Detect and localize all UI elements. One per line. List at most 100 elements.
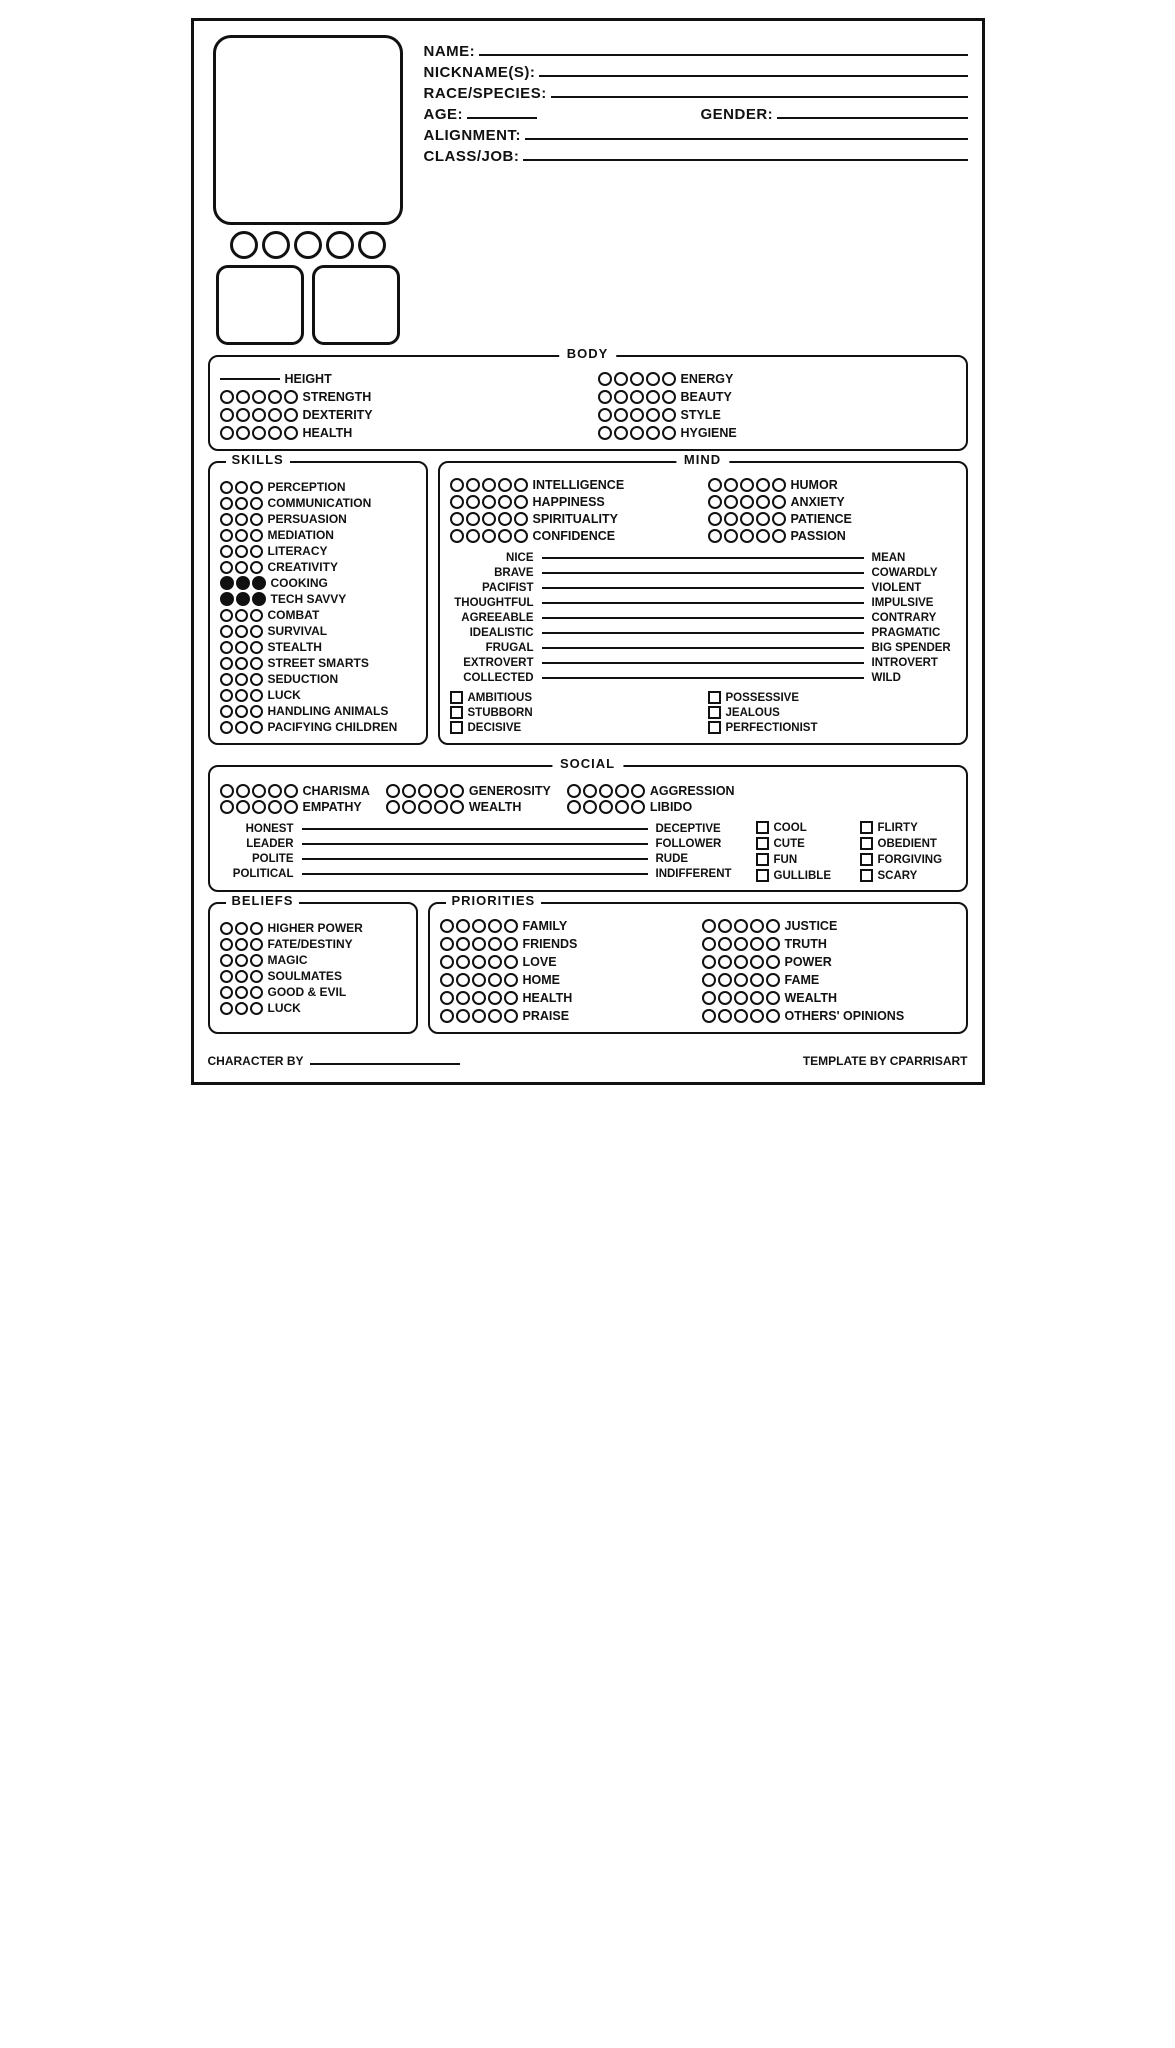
top-section: Name: Nickname(s): Race/Species: Age: Ge… xyxy=(208,35,968,345)
cb-cute: CUTE xyxy=(756,837,852,850)
belief-luck: LUCK xyxy=(220,1000,406,1016)
cb-decisive: DECISIVE xyxy=(450,721,698,734)
confidence-row: CONFIDENCE xyxy=(450,528,698,544)
streetsmarts-label: STREET SMARTS xyxy=(268,656,369,670)
skill-luck: LUCK xyxy=(220,687,416,703)
classjob-row: Class/Job: xyxy=(424,148,968,165)
small-boxes xyxy=(216,265,400,345)
mediation-label: MEDIATION xyxy=(268,528,334,542)
social-mid-stats: GENEROSITY WEALTH xyxy=(386,783,551,815)
spectrum-thoughtful-impulsive: THOUGHTFUL IMPULSIVE xyxy=(450,595,956,610)
small-box-right xyxy=(312,265,400,345)
body-title: Body xyxy=(559,346,617,361)
avatar-column xyxy=(208,35,408,345)
style-circles xyxy=(598,408,676,422)
priority-family: FAMILY xyxy=(440,918,694,934)
wealth-row: WEALTH xyxy=(386,799,551,815)
skill-handlinganimals: HANDLING ANIMALS xyxy=(220,703,416,719)
spectrum-idealistic-pragmatic: IDEALISTIC PRAGMATIC xyxy=(450,625,956,640)
race-line xyxy=(551,96,968,98)
social-checkboxes: COOL FLIRTY CUTE OBEDIENT xyxy=(756,821,956,882)
dexterity-circles xyxy=(220,408,298,422)
hygiene-row: HYGIENE xyxy=(598,425,956,441)
strength-circles xyxy=(220,390,298,404)
spectrum-extrovert-introvert: EXTROVERT INTROVERT xyxy=(450,655,956,670)
classjob-label: Class/Job: xyxy=(424,148,520,165)
priority-love: LOVE xyxy=(440,954,694,970)
skill-persuasion: PERSUASION xyxy=(220,511,416,527)
c4 xyxy=(646,372,660,386)
mind-spectrums: NICE MEAN BRAVE COWARDLY PACIFIST VIOLEN… xyxy=(450,550,956,685)
patience-row: PATIENCE xyxy=(708,511,956,527)
bubble-4 xyxy=(326,231,354,259)
passion-row: PASSION xyxy=(708,528,956,544)
age-row: Age: xyxy=(424,106,691,123)
energy-label: ENERGY xyxy=(681,372,734,386)
seduction-label: SEDUCTION xyxy=(268,672,339,686)
skill-creativity: CREATIVITY xyxy=(220,559,416,575)
alignment-line xyxy=(525,138,968,140)
spectrum-brave-cowardly: BRAVE COWARDLY xyxy=(450,565,956,580)
character-by-label: Character By xyxy=(208,1054,304,1068)
spectrum-collected-wild: COLLECTED WILD xyxy=(450,670,956,685)
belief-magic: MAGIC xyxy=(220,952,406,968)
race-label: Race/Species: xyxy=(424,85,547,102)
handlinganimals-label: HANDLING ANIMALS xyxy=(268,704,389,718)
spectrum-honest-deceptive: HONEST DECEPTIVE xyxy=(220,821,740,836)
priority-power: POWER xyxy=(702,954,956,970)
skill-streetsmarts: STREET SMARTS xyxy=(220,655,416,671)
luck-label: LUCK xyxy=(268,688,301,702)
mind-stats-grid: INTELLIGENCE HUMOR xyxy=(450,471,956,544)
style-label: STYLE xyxy=(681,408,721,422)
skills-title: Skills xyxy=(226,452,290,467)
skill-techsavvy: TECH SAVVY xyxy=(220,591,416,607)
spectrum-agreeable-contrary: AGREEABLE CONTRARY xyxy=(450,610,956,625)
name-line xyxy=(479,54,967,56)
skill-mediation: MEDIATION xyxy=(220,527,416,543)
gender-row: Gender: xyxy=(701,106,968,123)
height-row: HEIGHT xyxy=(220,371,578,387)
bubble-2 xyxy=(262,231,290,259)
cb-perfectionist: PERFECTIONIST xyxy=(708,721,956,734)
literacy-label: LITERACY xyxy=(268,544,328,558)
portrait-box xyxy=(213,35,403,225)
cb-stubborn: STUBBORN xyxy=(450,706,698,719)
spectrum-frugal-bigspender: FRUGAL BIG SPENDER xyxy=(450,640,956,655)
hygiene-label: HYGIENE xyxy=(681,426,737,440)
perception-circles xyxy=(220,481,263,494)
priorities-section: Priorities FAMILY xyxy=(428,902,968,1034)
priority-friends: FRIENDS xyxy=(440,936,694,952)
priority-praise: PRAISE xyxy=(440,1008,694,1024)
dexterity-label: DEXTERITY xyxy=(303,408,373,422)
spectrum-political-indifferent: POLITICAL INDIFFERENT xyxy=(220,866,740,881)
priority-fame: FAME xyxy=(702,972,956,988)
belief-goodevil: GOOD & EVIL xyxy=(220,984,406,1000)
social-section: Social CHARISMA xyxy=(208,765,968,892)
cb-jealous: JEALOUS xyxy=(708,706,956,719)
beauty-row: BEAUTY xyxy=(598,389,956,405)
cb-flirty: FLIRTY xyxy=(860,821,956,834)
humor-row: HUMOR xyxy=(708,477,956,493)
age-line xyxy=(467,117,537,119)
techsavvy-label: TECH SAVVY xyxy=(271,592,347,606)
footer: Character By Template by CPaRRisART xyxy=(208,1054,968,1068)
height-label: HEIGHT xyxy=(285,372,332,386)
bubble-5 xyxy=(358,231,386,259)
bubble-3 xyxy=(294,231,322,259)
template-credit: Template by CPaRRisART xyxy=(803,1054,968,1068)
gender-line xyxy=(777,117,967,119)
combat-label: COMBAT xyxy=(268,608,320,622)
c1 xyxy=(598,372,612,386)
cb-possessive: POSSESSIVE xyxy=(708,691,956,704)
social-spectrums-checks: HONEST DECEPTIVE LEADER FOLLOWER POLITE … xyxy=(220,821,956,882)
skills-list: PERCEPTION COMMUNICATION xyxy=(220,471,416,735)
strength-label: STRENGTH xyxy=(303,390,372,404)
skill-pacifyingchildren: PACIFYING CHILDREN xyxy=(220,719,416,735)
age-gender-row: Age: Gender: xyxy=(424,106,968,123)
charisma-row: CHARISMA xyxy=(220,783,370,799)
nickname-label: Nickname(s): xyxy=(424,64,536,81)
perception-label: PERCEPTION xyxy=(268,480,346,494)
character-sheet: Name: Nickname(s): Race/Species: Age: Ge… xyxy=(191,18,985,1085)
skill-survival: SURVIVAL xyxy=(220,623,416,639)
generosity-row: GENEROSITY xyxy=(386,783,551,799)
